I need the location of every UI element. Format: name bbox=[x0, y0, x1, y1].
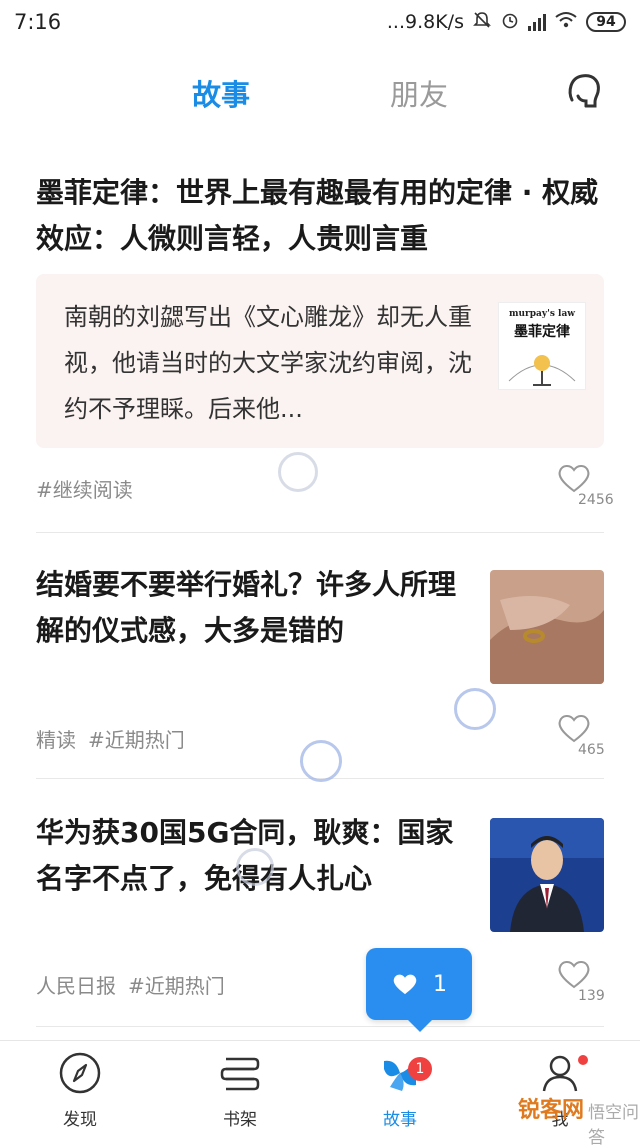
like-button[interactable]: 465 bbox=[556, 712, 616, 762]
notification-dot bbox=[578, 1055, 588, 1065]
like-count: 139 bbox=[578, 988, 605, 1004]
net-speed: ...9.8K/s bbox=[386, 11, 464, 33]
like-button[interactable]: 139 bbox=[556, 958, 616, 1008]
story-card[interactable]: 华为获30国5G合同，耿爽：国家名字不点了，免得有人扎心 人民日报 #近期热门 1… bbox=[36, 810, 605, 1030]
touch-ripple bbox=[300, 740, 342, 782]
nav-stories[interactable]: 1 故事 bbox=[350, 1051, 450, 1130]
story-card[interactable]: 墨菲定律：世界上最有趣最有用的定律 · 权威效应：人微则言轻，人贵则言重 南朝的… bbox=[36, 170, 614, 530]
tag[interactable]: 人民日报 bbox=[36, 974, 116, 998]
nav-bookshelf[interactable]: 书架 bbox=[190, 1051, 290, 1130]
tab-friends[interactable]: 朋友 bbox=[390, 72, 448, 114]
status-icons: ...9.8K/s 94 bbox=[387, 10, 626, 35]
cover-english-title: murpay's law bbox=[508, 309, 576, 319]
nav-label: 书架 bbox=[223, 1110, 257, 1130]
nav-label: 发现 bbox=[63, 1110, 97, 1130]
like-toast[interactable]: 1 bbox=[366, 948, 472, 1032]
chat-head-icon[interactable] bbox=[562, 68, 608, 114]
story-title[interactable]: 墨菲定律：世界上最有趣最有用的定律 · 权威效应：人微则言轻，人贵则言重 bbox=[36, 170, 604, 262]
divider bbox=[36, 1026, 604, 1027]
touch-ripple bbox=[236, 848, 274, 886]
heart-icon bbox=[558, 961, 590, 989]
heart-icon bbox=[393, 974, 417, 995]
status-time: 7:16 bbox=[14, 10, 62, 34]
cover-chinese-title: 墨菲定律 bbox=[514, 324, 570, 340]
tab-stories[interactable]: 故事 bbox=[192, 72, 250, 114]
alarm-icon bbox=[500, 10, 520, 35]
status-bar: 7:16 ...9.8K/s 94 bbox=[0, 0, 640, 44]
heart-icon bbox=[558, 465, 590, 493]
signal-icon bbox=[528, 13, 546, 31]
like-count: 465 bbox=[578, 742, 605, 758]
wifi-icon bbox=[554, 10, 578, 35]
story-thumbnail bbox=[490, 818, 604, 932]
divider bbox=[36, 532, 604, 533]
story-excerpt: 南朝的刘勰写出《文心雕龙》却无人重视，他请当时的大文学家沈约审阅，沈约不予理睬。… bbox=[64, 303, 472, 423]
tag[interactable]: #继续阅读 bbox=[36, 478, 133, 502]
notification-badge: 1 bbox=[408, 1057, 432, 1081]
watermark: 锐客网 bbox=[518, 1098, 585, 1123]
cover-illustration bbox=[508, 355, 576, 386]
tag[interactable]: #近期热门 bbox=[128, 974, 225, 998]
excerpt-box[interactable]: 南朝的刘勰写出《文心雕龙》却无人重视，他请当时的大文学家沈约审阅，沈约不予理睬。… bbox=[36, 274, 604, 448]
story-title[interactable]: 结婚要不要举行婚礼？许多人所理解的仪式感，大多是错的 bbox=[36, 562, 456, 654]
like-toast-count: 1 bbox=[433, 971, 447, 997]
tag[interactable]: #近期热门 bbox=[88, 728, 185, 752]
like-count: 2456 bbox=[578, 492, 614, 508]
story-tags: 人民日报 #近期热门 bbox=[36, 970, 237, 999]
mute-bell-icon bbox=[472, 10, 492, 35]
story-tags: 精读 #近期热门 bbox=[36, 724, 197, 753]
story-tags: #继续阅读 bbox=[36, 474, 145, 503]
tag[interactable]: 精读 bbox=[36, 728, 76, 752]
nav-label: 故事 bbox=[383, 1110, 417, 1130]
nav-discover[interactable]: 发现 bbox=[30, 1051, 130, 1130]
bottom-nav: 发现 书架 1 故事 我 bbox=[0, 1040, 640, 1139]
book-cover-thumbnail: murpay's law 墨菲定律 bbox=[498, 302, 586, 390]
top-tabs: 故事 朋友 bbox=[0, 60, 640, 124]
like-button[interactable]: 2456 bbox=[556, 462, 616, 512]
bookshelf-icon bbox=[220, 1057, 260, 1091]
watermark-suffix: 悟空问答 bbox=[588, 1103, 639, 1148]
heart-icon bbox=[558, 715, 590, 743]
touch-ripple bbox=[278, 452, 318, 492]
touch-ripple bbox=[454, 688, 496, 730]
story-thumbnail bbox=[490, 570, 604, 684]
profile-icon bbox=[542, 1055, 578, 1092]
battery-icon: 94 bbox=[586, 12, 626, 32]
compass-icon bbox=[59, 1052, 101, 1094]
